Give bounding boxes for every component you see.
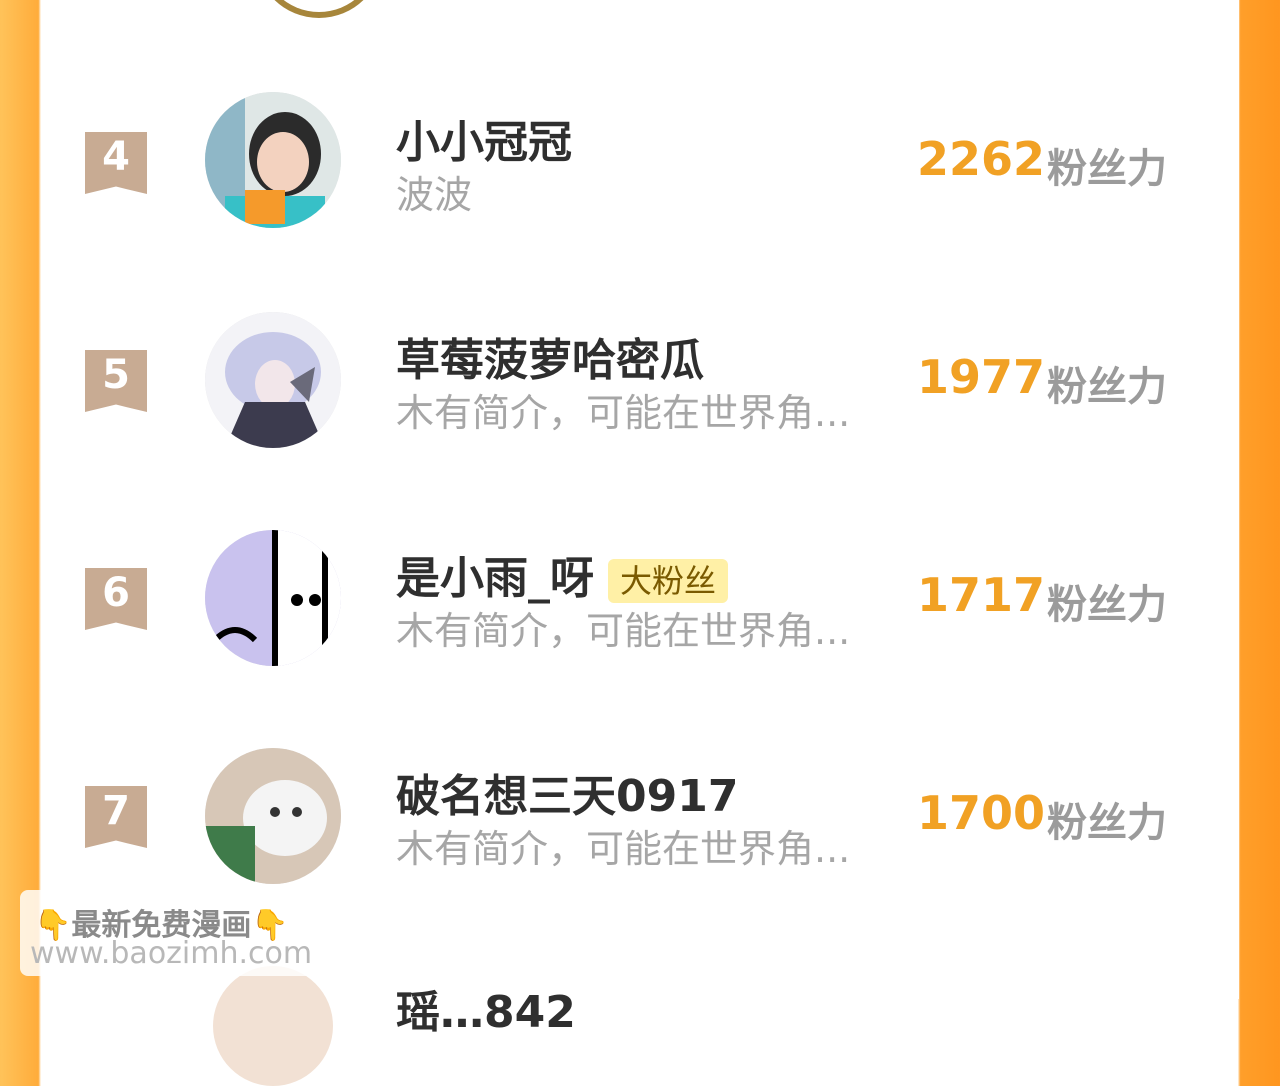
avatar[interactable] xyxy=(205,92,341,228)
fan-score: 1700 xyxy=(917,786,1046,840)
fan-score-unit: 粉丝力 xyxy=(1047,146,1167,192)
user-name[interactable]: 草莓菠萝哈密瓜 xyxy=(396,324,704,388)
avatar[interactable] xyxy=(205,748,341,884)
watermark-url: www.baozimh.com xyxy=(30,936,313,971)
watermark: 👇最新免费漫画👇 www.baozimh.com xyxy=(20,890,330,976)
rank-badge: 5 xyxy=(85,350,147,412)
rank-badge: 4 xyxy=(85,132,147,194)
ranking-row[interactable]: 5 草莓菠萝哈密瓜 木有简介，可能在世界角... 1977 粉丝力 xyxy=(41,310,1239,450)
avatar[interactable] xyxy=(205,530,341,666)
ranking-row[interactable]: 6 是小雨_呀 大粉丝 木有简介，可能在世界角... 1717 粉丝力 xyxy=(41,528,1239,668)
avatar[interactable] xyxy=(205,312,341,448)
user-name[interactable]: 小小冠冠 xyxy=(396,106,572,170)
user-bio: 木有简介，可能在世界角... xyxy=(396,391,851,435)
user-bio: 木有简介，可能在世界角... xyxy=(396,827,851,871)
avatar[interactable] xyxy=(213,966,333,1086)
ranking-row[interactable]: 4 小小冠冠 波波 2262 粉丝力 xyxy=(41,92,1239,232)
fan-score-unit: 粉丝力 xyxy=(1047,364,1167,410)
user-name[interactable]: 瑶…842 xyxy=(396,976,576,1040)
fan-score-unit: 粉丝力 xyxy=(1047,800,1167,846)
fan-score: 2262 xyxy=(917,132,1046,186)
rank-badge: 6 xyxy=(85,568,147,630)
ranking-row[interactable]: 7 破名想三天0917 木有简介，可能在世界角... 1700 粉丝力 xyxy=(41,746,1239,886)
user-bio: 波波 xyxy=(396,173,473,217)
rank-badge: 7 xyxy=(85,786,147,848)
user-name-text: 是小雨_呀 xyxy=(396,553,594,604)
fan-score-unit: 粉丝力 xyxy=(1047,582,1167,628)
fan-level-badge: 大粉丝 xyxy=(608,559,729,603)
user-name[interactable]: 破名想三天0917 xyxy=(396,760,738,824)
fan-score: 1977 xyxy=(917,350,1046,404)
fan-score: 1717 xyxy=(917,568,1046,622)
ranking-panel: 4 小小冠冠 波波 2262 粉丝力 5 草莓菠萝哈密瓜 木有简介，可能在世界角… xyxy=(41,0,1239,1086)
previous-avatar-frame xyxy=(255,0,383,18)
user-name[interactable]: 是小雨_呀 大粉丝 xyxy=(396,542,729,606)
user-bio: 木有简介，可能在世界角... xyxy=(396,609,851,653)
